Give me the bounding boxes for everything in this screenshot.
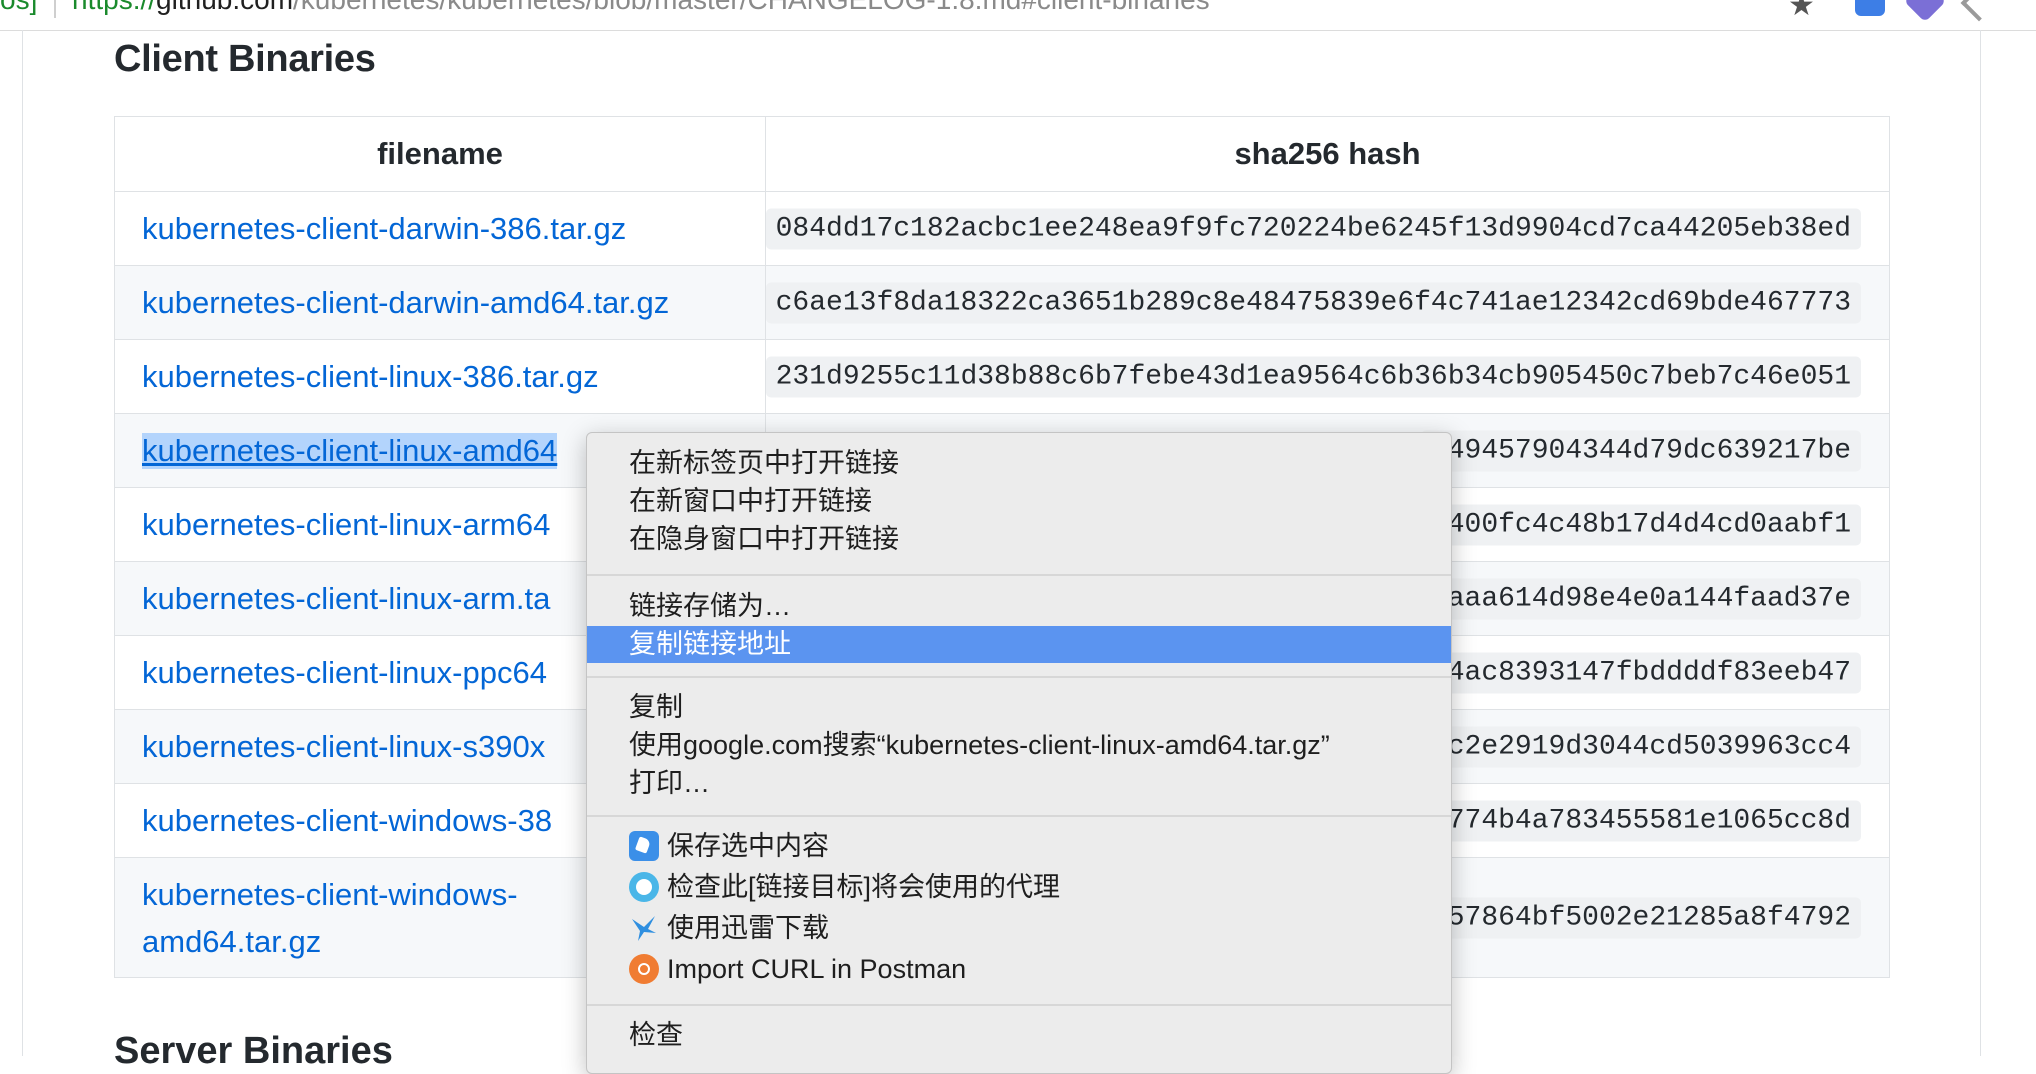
address-bar-separator <box>54 0 56 18</box>
content-border-left <box>22 30 23 1056</box>
file-link[interactable]: kubernetes-client-windows-38 <box>142 803 552 839</box>
content-border-right <box>1980 30 1981 1056</box>
url-prefix-fragment: os] <box>0 0 37 16</box>
hash-value: 231d9255c11d38b88c6b7febe43d1ea9564c6b36… <box>765 356 1861 397</box>
file-link[interactable]: kubernetes-client-linux-arm.ta <box>142 581 550 617</box>
menu-item-open-new-window[interactable]: 在新窗口中打开链接 <box>587 483 1451 520</box>
menu-item-inspect[interactable]: 检查 <box>587 1017 1451 1054</box>
hash-value: f4ac8393147fbddddf83eeb47 <box>1420 652 1861 693</box>
menu-divider <box>587 574 1451 576</box>
address-bar[interactable]: os] https://github.com/kubernetes/kubern… <box>0 0 2036 31</box>
file-link[interactable]: kubernetes-client-linux-386.tar.gz <box>142 359 599 395</box>
file-link[interactable]: kubernetes-client-linux-ppc64 <box>142 655 547 691</box>
menu-item-open-incognito[interactable]: 在隐身窗口中打开链接 <box>587 521 1451 558</box>
extension-arrow-icon[interactable] <box>1960 0 1998 22</box>
menu-divider <box>587 1004 1451 1006</box>
file-link[interactable]: kubernetes-client-linux-s390x <box>142 729 545 765</box>
table-row: kubernetes-client-linux-386.tar.gz 231d9… <box>114 339 1890 414</box>
menu-item-thunder-download[interactable]: 使用迅雷下载 <box>587 910 1451 947</box>
url-path: /kubernetes/kubernetes/blob/master/CHANG… <box>293 0 1210 15</box>
menu-item-search-google[interactable]: 使用google.com搜索“kubernetes-client-linux-a… <box>587 727 1451 764</box>
hash-value: 084dd17c182acbc1ee248ea9f9fc720224be6245… <box>765 208 1861 249</box>
menu-item-check-proxy[interactable]: 检查此[链接目标]将会使用的代理 <box>587 869 1451 906</box>
section-title: Client Binaries <box>114 38 376 80</box>
file-link[interactable]: kubernetes-client-windows-amd64.tar.gz <box>142 871 582 965</box>
menu-item-save-link-as[interactable]: 链接存储为… <box>587 588 1451 625</box>
hash-value: a774b4a783455581e1065cc8d <box>1420 800 1861 841</box>
column-header-hash: sha256 hash <box>765 116 1890 192</box>
table-header-row: filename sha256 hash <box>114 116 1890 192</box>
menu-item-copy[interactable]: 复制 <box>587 689 1451 726</box>
hash-value: 5400fc4c48b17d4d4cd0aabf1 <box>1420 504 1861 545</box>
context-menu: 在新标签页中打开链接 在新窗口中打开链接 在隐身窗口中打开链接 链接存储为… 复… <box>586 432 1452 1074</box>
table-row: kubernetes-client-darwin-amd64.tar.gz c6… <box>114 265 1890 340</box>
file-link[interactable]: kubernetes-client-darwin-386.tar.gz <box>142 211 626 247</box>
menu-divider <box>587 676 1451 678</box>
bookmark-star-icon[interactable]: ★ <box>1788 0 1815 23</box>
file-link-selected[interactable]: kubernetes-client-linux-amd64 <box>142 432 558 469</box>
postman-icon <box>629 953 659 984</box>
next-section-title: Server Binaries <box>114 1030 393 1072</box>
url-text[interactable]: https://github.com/kubernetes/kubernetes… <box>72 0 1210 16</box>
file-link[interactable]: kubernetes-client-linux-arm64 <box>142 507 550 543</box>
proxy-check-icon <box>629 871 659 902</box>
hash-value: 3c2e2919d3044cd5039963cc4 <box>1420 726 1861 767</box>
menu-item-import-curl-postman[interactable]: Import CURL in Postman <box>587 951 1451 988</box>
menu-item-open-new-tab[interactable]: 在新标签页中打开链接 <box>587 445 1451 482</box>
menu-item-label: Import CURL in Postman <box>667 954 967 984</box>
file-link[interactable]: kubernetes-client-darwin-amd64.tar.gz <box>142 285 669 321</box>
menu-item-copy-link-address[interactable]: 复制链接地址 <box>587 626 1451 663</box>
table-row: kubernetes-client-darwin-386.tar.gz 084d… <box>114 191 1890 266</box>
menu-item-save-selection[interactable]: 保存选中内容 <box>587 828 1451 865</box>
hash-value: 349457904344d79dc639217be <box>1420 430 1861 471</box>
thunder-download-icon <box>632 915 656 941</box>
menu-item-print[interactable]: 打印… <box>587 765 1451 802</box>
extension-icon[interactable] <box>1855 0 1885 16</box>
menu-item-label: 检查此[链接目标]将会使用的代理 <box>667 872 1061 902</box>
save-selection-icon <box>629 830 659 861</box>
menu-divider <box>587 815 1451 817</box>
menu-item-label: 使用迅雷下载 <box>667 913 829 943</box>
url-host: github.com <box>156 0 293 15</box>
hash-value: c6ae13f8da18322ca3651b289c8e48475839e6f4… <box>765 282 1861 323</box>
column-header-filename: filename <box>114 116 766 192</box>
hash-value: 557864bf5002e21285a8f4792 <box>1420 897 1861 938</box>
extension-hexagon-icon[interactable] <box>1903 0 1947 23</box>
menu-item-label: 保存选中内容 <box>667 831 829 861</box>
hash-value: 3aaa614d98e4e0a144faad37e <box>1420 578 1861 619</box>
url-scheme: https:// <box>72 0 156 15</box>
